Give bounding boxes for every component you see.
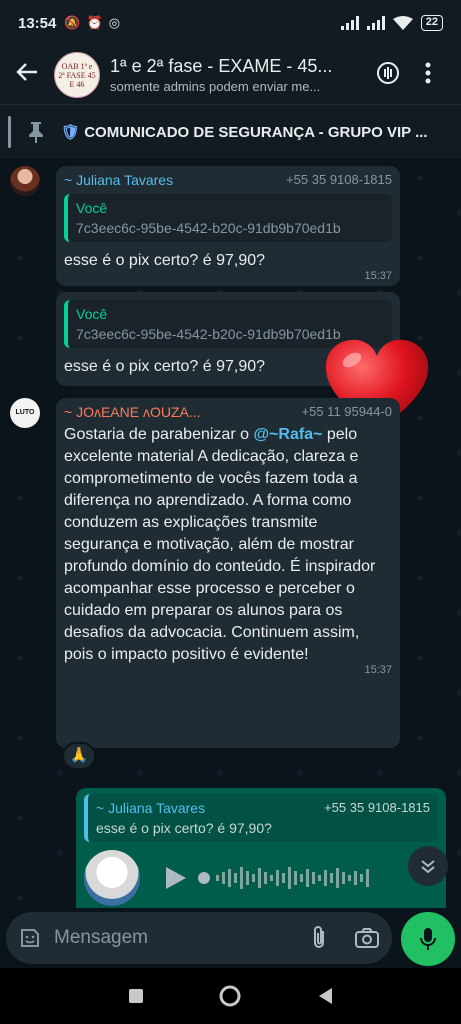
- message-bubble[interactable]: ~ JOʌEANE ʌOUZA... +55 11 95944-0 Gostar…: [56, 398, 400, 748]
- message-input[interactable]: [54, 927, 284, 949]
- play-icon[interactable]: [164, 865, 188, 891]
- waveform[interactable]: [198, 863, 398, 893]
- sender-row: ~ Juliana Tavares +55 35 9108-1815: [64, 172, 392, 188]
- status-icons: 🔕 ⏰ ◎: [64, 15, 120, 31]
- sender-row: ~ JOʌEANE ʌOUZA... +55 11 95944-0: [64, 404, 392, 420]
- recents-icon[interactable]: [127, 987, 145, 1005]
- voice-message[interactable]: [84, 850, 438, 906]
- message-text-part: pelo excelente material A dedicação, cla…: [64, 426, 376, 663]
- signal-icon: [340, 16, 359, 30]
- quote-header: ~ Juliana Tavares +55 35 9108-1815: [96, 800, 430, 816]
- back-arrow-icon[interactable]: [0, 61, 54, 89]
- mute-icon: 🔕: [64, 15, 81, 30]
- sticker-icon[interactable]: [18, 926, 42, 950]
- wifi-icon: [392, 16, 413, 30]
- quote-text: esse é o pix certo? é 97,90?: [96, 820, 272, 836]
- group-subtitle: somente admins podem enviar me...: [110, 79, 321, 94]
- home-icon[interactable]: [218, 984, 242, 1008]
- whatsapp-icon: ◎: [108, 15, 121, 30]
- pinned-message-bar[interactable]: 🛡 COMUNICADO DE SEGURANÇA - GRUPO VIP ..…: [0, 104, 461, 158]
- battery-icon: 22: [420, 15, 443, 31]
- attach-icon[interactable]: [308, 925, 330, 951]
- alarm-icon: ⏰: [86, 15, 103, 30]
- message-bubble[interactable]: ~ Juliana Tavares +55 35 9108-1815 Você …: [56, 166, 400, 286]
- group-avatar[interactable]: OAB 1ª e 2ª FASE 45 E 46: [54, 52, 100, 98]
- pin-icon: [23, 119, 49, 145]
- mic-button[interactable]: [401, 912, 455, 966]
- status-bar: 13:54 🔕 ⏰ ◎ 22: [0, 0, 461, 46]
- mention-link[interactable]: @~Rafa~: [253, 426, 322, 443]
- back-icon[interactable]: [316, 986, 334, 1006]
- system-nav-bar: [0, 968, 461, 1024]
- mic-icon: [420, 928, 436, 950]
- message-text-part: Gostaria de parabenizar o: [64, 426, 254, 443]
- quote-author: Você: [76, 306, 108, 322]
- voice-chat-icon[interactable]: [368, 60, 408, 91]
- pinned-text: 🛡 COMUNICADO DE SEGURANÇA - GRUPO VIP ..…: [61, 123, 431, 141]
- camera-icon[interactable]: [354, 927, 380, 949]
- quoted-message[interactable]: Você 7c3eec6c-95be-4542-b20c-91db9b70ed1…: [64, 194, 392, 242]
- quote-author: ~ Juliana Tavares: [96, 800, 206, 816]
- quoted-message[interactable]: ~ Juliana Tavares +55 35 9108-1815 esse …: [84, 794, 438, 842]
- shield-icon: 🛡: [61, 123, 81, 141]
- message-bubble[interactable]: ~ Juliana Tavares +55 35 9108-1815 esse …: [76, 788, 446, 908]
- sender-phone: +55 11 95944-0: [301, 404, 392, 419]
- message-text: esse é o pix certo? é 97,90?: [64, 252, 266, 269]
- avatar: [84, 850, 140, 906]
- group-title-wrap[interactable]: 1ª e 2ª fase - EXAME - 45... somente adm…: [110, 56, 354, 94]
- avatar-label: LUTO: [15, 409, 35, 416]
- chevron-down-icon: [421, 860, 435, 874]
- sender-phone: +55 35 9108-1815: [286, 172, 392, 187]
- sender-name[interactable]: ~ JOʌEANE ʌOUZA...: [64, 404, 201, 420]
- composer: [0, 908, 461, 968]
- more-options-icon[interactable]: [408, 62, 448, 89]
- quote-phone: +55 35 9108-1815: [324, 800, 430, 815]
- avatar[interactable]: LUTO: [10, 398, 40, 428]
- pinned-indicator: [8, 115, 11, 148]
- status-right: 22: [340, 15, 443, 31]
- signal-icon-2: [366, 16, 385, 30]
- reaction-badge[interactable]: 🙏: [62, 742, 96, 770]
- chat-header: OAB 1ª e 2ª FASE 45 E 46 1ª e 2ª fase - …: [0, 46, 461, 104]
- scroll-down-button[interactable]: [408, 846, 448, 886]
- avatar[interactable]: [10, 166, 40, 196]
- sender-name[interactable]: ~ Juliana Tavares: [64, 172, 173, 188]
- message-input-box[interactable]: [6, 912, 392, 964]
- chat-area[interactable]: ~ Juliana Tavares +55 35 9108-1815 Você …: [0, 158, 461, 908]
- message-text: Gostaria de parabenizar o @~Rafa~ pelo e…: [64, 424, 392, 666]
- quote-text: 7c3eec6c-95be-4542-b20c-91db9b70ed1b: [76, 220, 341, 236]
- pinned-text-label: COMUNICADO DE SEGURANÇA - GRUPO VIP ...: [84, 123, 428, 141]
- quote-author: Você: [76, 200, 108, 216]
- status-time: 13:54: [18, 14, 57, 32]
- group-title: 1ª e 2ª fase - EXAME - 45...: [110, 56, 333, 76]
